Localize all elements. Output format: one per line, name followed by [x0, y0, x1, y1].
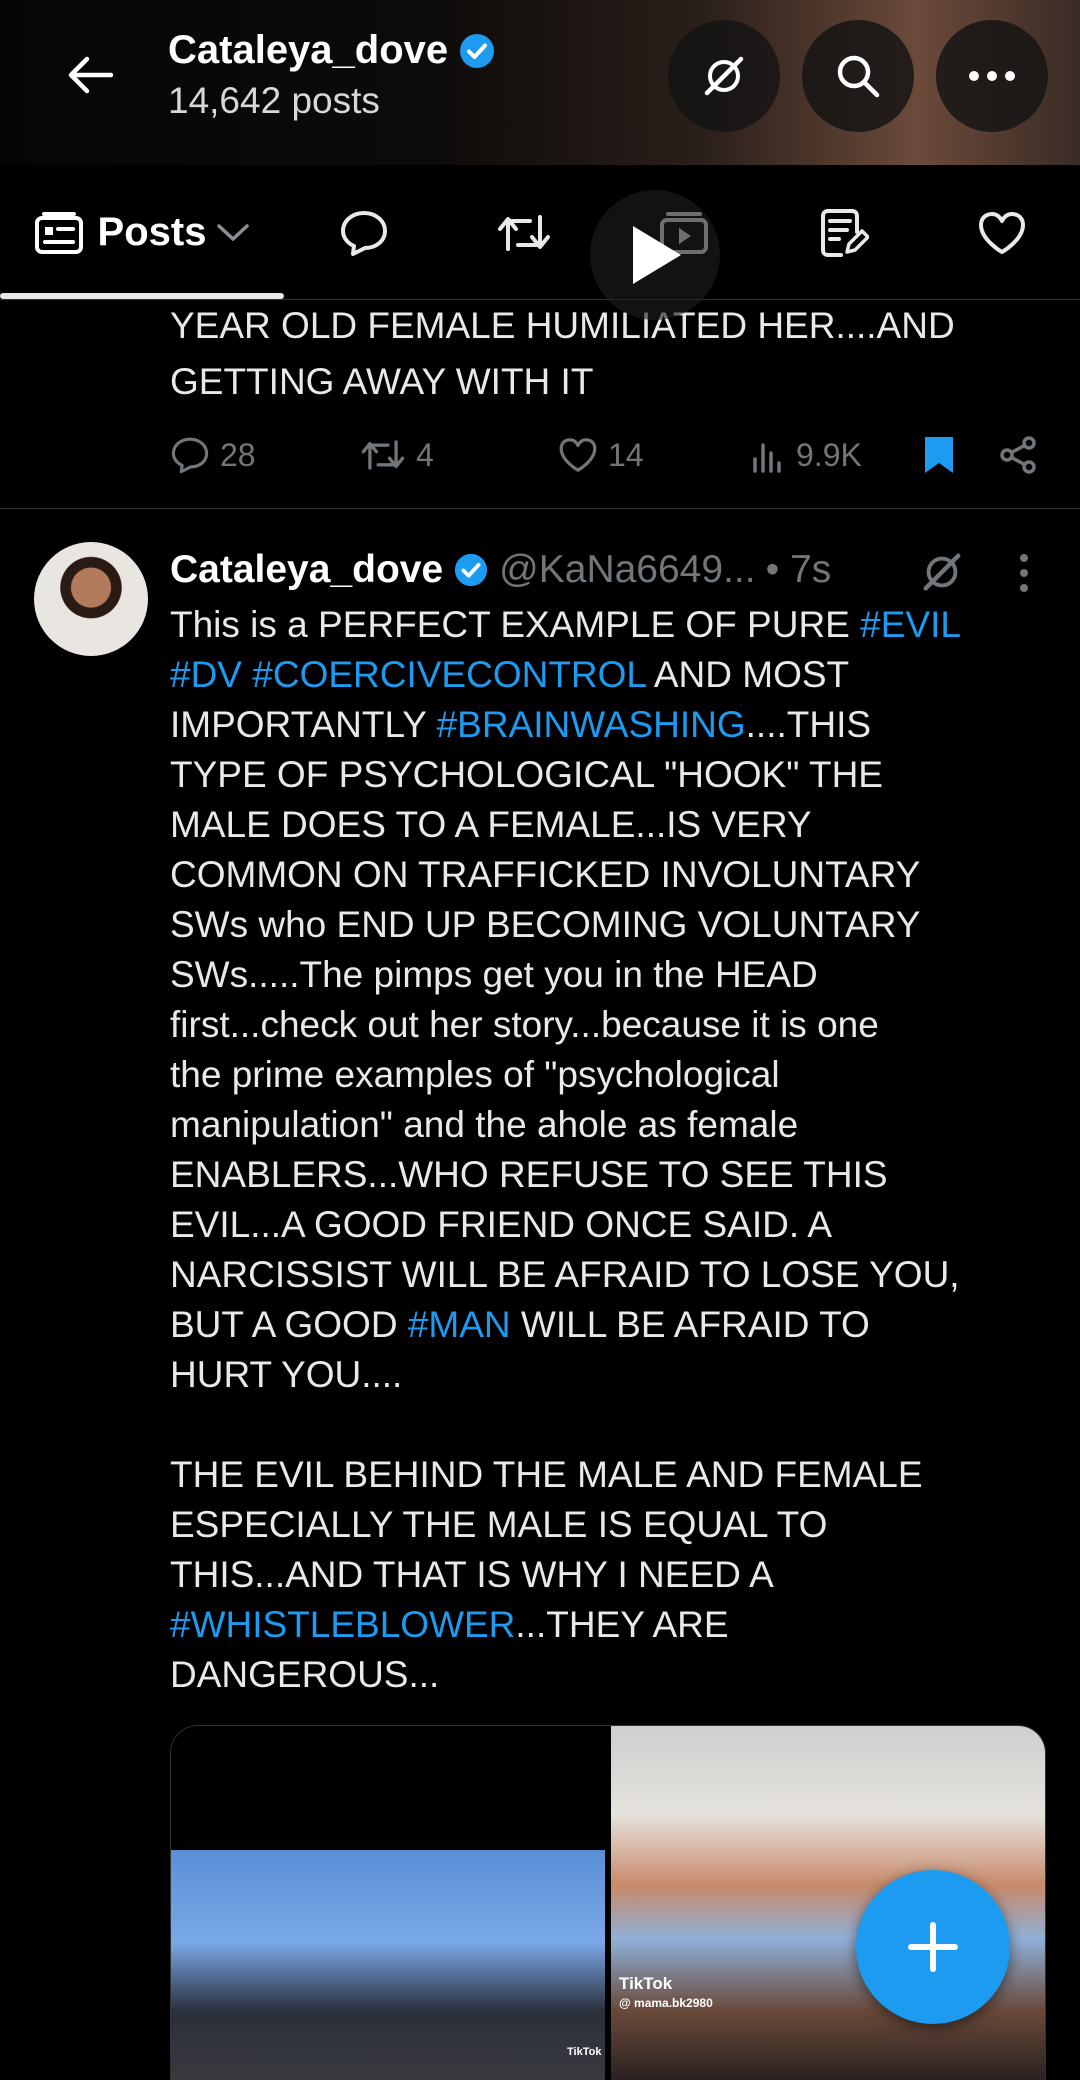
- heart-icon: [979, 211, 1025, 254]
- prev-tweet-actions: 28 4 14 9.9K: [170, 430, 1050, 480]
- tweet-text: ...THEY ARE: [515, 1604, 729, 1645]
- article-icon: [821, 208, 869, 257]
- tweet-text: MALE DOES TO A FEMALE...IS VERY: [170, 804, 812, 845]
- tweet-text: manipulation" and the ahole as female: [170, 1104, 799, 1145]
- repost-icon: [361, 440, 405, 470]
- reply-button[interactable]: 28: [170, 430, 256, 480]
- tweet-text: first...check out her story...because it…: [170, 1004, 879, 1045]
- more-vertical-icon: [1020, 554, 1028, 592]
- tweet-text: SWs who END UP BECOMING VOLUNTARY: [170, 904, 921, 945]
- play-icon: [633, 226, 681, 284]
- plus-icon: [908, 1922, 958, 1972]
- tweet-text: SWs.....The pimps get you in the HEAD: [170, 954, 818, 995]
- more-button[interactable]: [936, 20, 1048, 132]
- media-video-left[interactable]: TikTok: [171, 1726, 605, 2080]
- tweet-text: HURT YOU....: [170, 1354, 403, 1395]
- reply-count: 28: [220, 436, 256, 473]
- profile-name: Cataleya_dove: [168, 28, 496, 73]
- tweet-text: THE EVIL BEHIND THE MALE AND FEMALE: [170, 1454, 923, 1495]
- tweet-text: IMPORTANTLY: [170, 704, 437, 745]
- tweet-text: THIS...AND THAT IS WHY I NEED A: [170, 1554, 774, 1595]
- prev-tweet-line: YEAR OLD FEMALE HUMILIATED HER....AND: [170, 305, 955, 346]
- grok-explain-button[interactable]: [918, 548, 968, 598]
- views-button[interactable]: 9.9K: [750, 430, 862, 480]
- tweet-author-name[interactable]: Cataleya_dove: [170, 548, 443, 592]
- reply-icon: [341, 210, 387, 256]
- views-icon: [753, 443, 781, 473]
- avatar[interactable]: [34, 542, 148, 656]
- tweet-text: the prime examples of "psychological: [170, 1054, 780, 1095]
- tweet-text: WILL BE AFRAID TO: [510, 1304, 870, 1345]
- grok-icon: [704, 56, 744, 96]
- hashtag-link[interactable]: #COERCIVECONTROL: [252, 654, 645, 695]
- tweet-text: NARCISSIST WILL BE AFRAID TO LOSE YOU,: [170, 1254, 960, 1295]
- verified-badge-icon: [460, 33, 495, 68]
- tweet-text: ENABLERS...WHO REFUSE TO SEE THIS: [170, 1154, 888, 1195]
- bookmark-icon: [925, 437, 953, 473]
- tweet-body: This is a PERFECT EXAMPLE OF PURE #EVIL …: [170, 600, 1050, 1700]
- more-icon: [969, 71, 1015, 81]
- tweet-text: ESPECIALLY THE MALE IS EQUAL TO: [170, 1504, 828, 1545]
- bookmark-button[interactable]: [922, 430, 956, 480]
- profile-name-text: Cataleya_dove: [168, 28, 449, 72]
- heart-icon: [559, 438, 597, 472]
- tab-posts-label: Posts: [97, 210, 207, 254]
- search-icon: [837, 55, 880, 98]
- tiktok-watermark: TikTok: [567, 2046, 602, 2058]
- tiktok-username: @ mama.bk2980: [619, 1996, 713, 2010]
- prev-tweet-text: YEAR OLD FEMALE HUMILIATED HER....AND GE…: [170, 298, 1050, 410]
- tab-reposts[interactable]: [474, 165, 574, 300]
- tweet-text: AND MOST: [645, 654, 850, 695]
- tab-likes[interactable]: [952, 165, 1052, 300]
- play-button[interactable]: [590, 190, 720, 320]
- arrow-left-icon: [68, 56, 113, 94]
- video-thumbnail: [171, 1850, 605, 2080]
- repost-count: 4: [416, 436, 434, 473]
- tweet-header: Cataleya_dove @KaNa6649... • 7s: [170, 540, 831, 600]
- tweet-divider: [0, 508, 1080, 509]
- compose-button[interactable]: [856, 1870, 1010, 2024]
- grok-button[interactable]: [668, 20, 780, 132]
- tweet-text: COMMON ON TRAFFICKED INVOLUNTARY: [170, 854, 921, 895]
- tweet-text: DANGEROUS...: [170, 1654, 440, 1695]
- profile-header: Cataleya_dove 14,642 posts: [0, 0, 1080, 165]
- reply-icon: [171, 437, 209, 474]
- search-button[interactable]: [802, 20, 914, 132]
- views-count: 9.9K: [796, 436, 862, 473]
- prev-tweet-line: GETTING AWAY WITH IT: [170, 361, 594, 402]
- tiktok-watermark: TikTok: [619, 1974, 673, 1993]
- tweet-text: EVIL...A GOOD FRIEND ONCE SAID. A: [170, 1204, 833, 1245]
- grok-icon: [923, 553, 961, 591]
- profile-tabs: Posts: [0, 165, 1080, 300]
- repost-icon: [498, 214, 550, 251]
- hashtag-link[interactable]: #BRAINWASHING: [437, 704, 746, 745]
- chevron-down-icon: [217, 223, 250, 241]
- posts-icon: [34, 211, 83, 254]
- posts-count: 14,642 posts: [168, 80, 380, 121]
- hashtag-link[interactable]: #MAN: [408, 1304, 511, 1345]
- tab-replies[interactable]: [314, 165, 414, 300]
- hashtag-link[interactable]: #EVIL: [860, 604, 961, 645]
- share-icon: [1000, 436, 1036, 474]
- tweet-text: TYPE OF PSYCHOLOGICAL "HOOK" THE: [170, 754, 883, 795]
- tab-posts[interactable]: Posts: [0, 165, 284, 300]
- like-count: 14: [608, 436, 644, 473]
- tweet-author-handle[interactable]: @KaNa6649...: [499, 548, 755, 592]
- repost-button[interactable]: 4: [360, 430, 434, 480]
- back-button[interactable]: [50, 40, 130, 110]
- tweet-text: This is a PERFECT EXAMPLE OF PURE: [170, 604, 861, 645]
- share-button[interactable]: [998, 430, 1038, 480]
- tweet-text: ....THIS: [745, 704, 872, 745]
- hashtag-link[interactable]: #WHISTLEBLOWER: [170, 1604, 515, 1645]
- tweet-time: • 7s: [765, 548, 832, 591]
- hashtag-link[interactable]: #DV: [170, 654, 242, 695]
- verified-badge-icon: [455, 553, 488, 587]
- tweet-text: BUT A GOOD: [170, 1304, 408, 1345]
- tweet-more-button[interactable]: [1012, 550, 1036, 596]
- like-button[interactable]: 14: [558, 430, 644, 480]
- tab-articles[interactable]: [794, 165, 894, 300]
